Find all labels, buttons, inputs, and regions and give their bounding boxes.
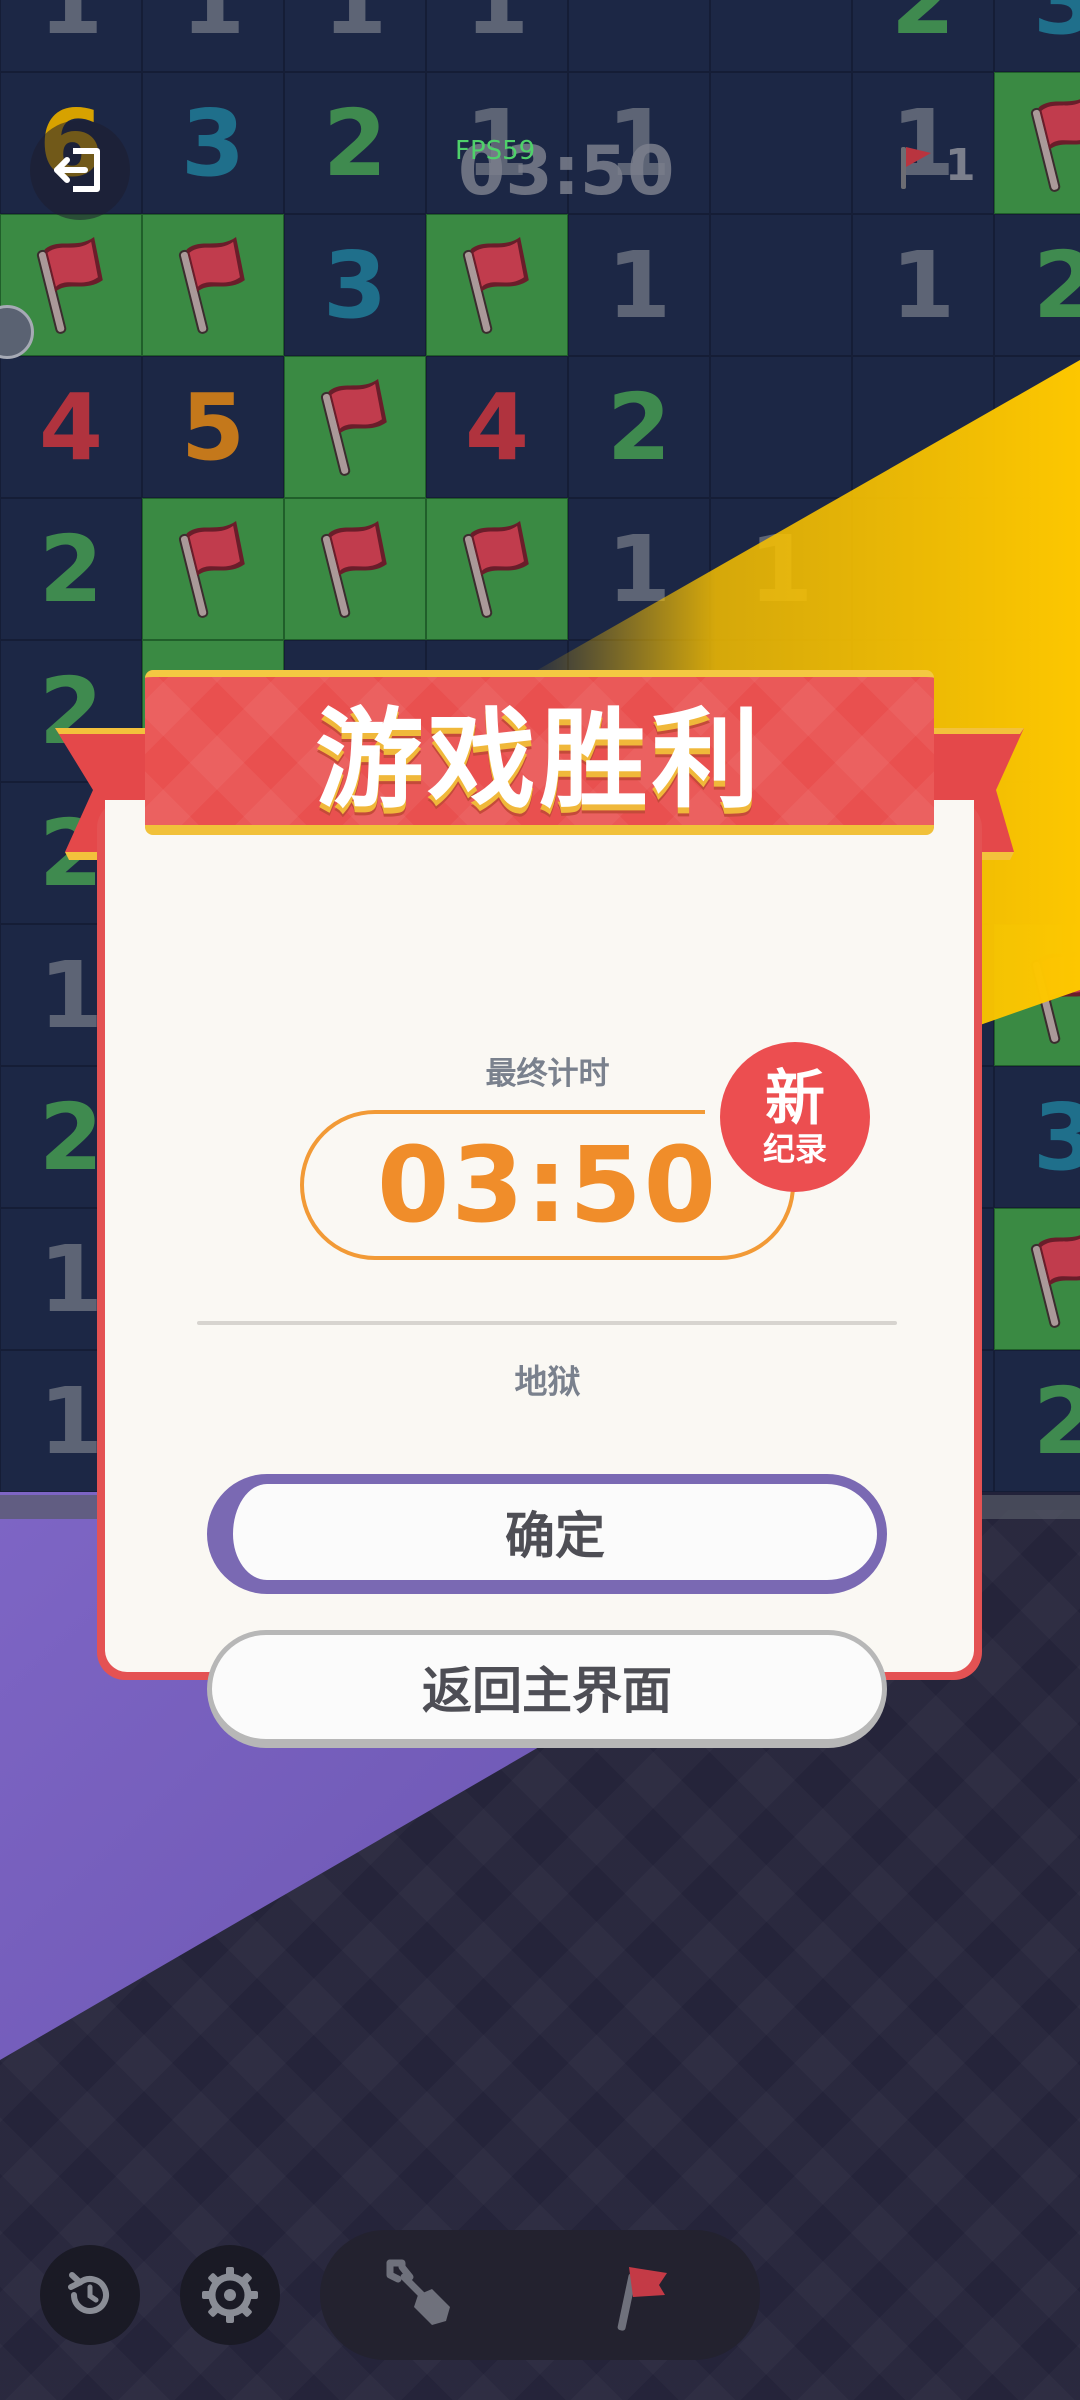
back-to-main-button[interactable]: 返回主界面 [207, 1630, 887, 1748]
board-cell[interactable] [994, 356, 1080, 498]
confirm-button[interactable]: 确定 [207, 1474, 887, 1594]
top-hud: 03:50 FPS59 1 [0, 100, 1080, 230]
board-cell[interactable]: 3 [994, 0, 1080, 72]
new-record-small-text: 纪录 [762, 1130, 827, 1168]
board-cell[interactable] [994, 498, 1080, 640]
board-cell[interactable]: 3 [284, 214, 426, 356]
gear-icon [202, 2267, 258, 2323]
flag-icon [1030, 1230, 1080, 1328]
flags-left-value: 1 [945, 140, 976, 191]
flag-mode-icon [617, 2267, 667, 2331]
new-record-badge: 新 纪录 [720, 1042, 870, 1192]
board-cell[interactable]: 2 [568, 356, 710, 498]
dialog-body: 最终计时 03:50 新 纪录 地狱 确定 返回主界面 [105, 800, 974, 1748]
board-cell-flagged[interactable] [142, 498, 284, 640]
flag-icon [36, 236, 103, 334]
settings-button[interactable] [180, 2245, 280, 2345]
board-cell[interactable] [710, 0, 852, 72]
victory-title: 游戏胜利 [315, 698, 764, 823]
board-cell[interactable]: 1 [568, 214, 710, 356]
flag-icon [462, 520, 529, 618]
final-time-value: 03:50 [376, 1124, 719, 1246]
fps-counter: FPS59 [455, 136, 536, 166]
board-cell-flagged[interactable] [994, 1208, 1080, 1350]
board-cell[interactable]: 1 [568, 498, 710, 640]
flag-icon [901, 146, 931, 189]
flag-icon [320, 520, 387, 618]
board-cell[interactable]: 4 [426, 356, 568, 498]
board-cell[interactable]: 1 [142, 0, 284, 72]
board-cell[interactable]: 4 [0, 356, 142, 498]
board-cell[interactable]: 1 [710, 498, 852, 640]
new-record-big-text: 新 [765, 1064, 825, 1134]
difficulty-label: 地狱 [514, 1362, 581, 1401]
flag-counter: 1 [895, 140, 976, 191]
mode-switch-panel [320, 2230, 760, 2360]
board-cell[interactable]: 5 [142, 356, 284, 498]
board-cell[interactable] [568, 0, 710, 72]
board-cell[interactable] [852, 498, 994, 640]
board-cell[interactable] [852, 356, 994, 498]
board-cell-flagged[interactable] [994, 924, 1080, 1066]
divider [197, 1321, 897, 1325]
board-cell[interactable]: 2 [994, 1350, 1080, 1492]
board-cell[interactable]: 1 [0, 0, 142, 72]
board-cell[interactable]: 2 [852, 0, 994, 72]
restart-icon [68, 2272, 109, 2314]
board-cell-flagged[interactable] [426, 498, 568, 640]
exit-button[interactable] [30, 120, 130, 220]
title-ribbon: 游戏胜利 [145, 670, 934, 835]
board-cell-flagged[interactable] [284, 356, 426, 498]
board-cell[interactable]: 1 [284, 0, 426, 72]
board-cell-flagged[interactable] [426, 214, 568, 356]
board-cell[interactable]: 3 [994, 1066, 1080, 1208]
board-cell[interactable]: 2 [0, 498, 142, 640]
flag-icon [178, 236, 245, 334]
flag-mode-button[interactable] [590, 2245, 690, 2345]
board-cell-flagged[interactable] [142, 214, 284, 356]
exit-icon [54, 148, 100, 192]
flag-icon [462, 236, 529, 334]
board-cell[interactable]: 2 [994, 214, 1080, 356]
board-cell[interactable] [710, 356, 852, 498]
flag-icon [320, 378, 387, 476]
board-cell[interactable]: 1 [426, 0, 568, 72]
dialog-card: 最终计时 03:50 新 纪录 地狱 确定 返回主界面 [97, 800, 982, 1748]
flag-icon [178, 520, 245, 618]
flag-icon [1030, 946, 1080, 1044]
shovel-icon [386, 2259, 450, 2325]
shovel-mode-button[interactable] [370, 2245, 470, 2345]
board-cell[interactable]: 1 [852, 214, 994, 356]
restart-button[interactable] [40, 2245, 140, 2345]
bottom-toolbar [0, 2230, 1080, 2360]
board-cell-flagged[interactable] [284, 498, 426, 640]
board-cell[interactable] [710, 214, 852, 356]
victory-dialog: 最终计时 03:50 新 纪录 地狱 确定 返回主界面 游戏胜利 [55, 670, 1024, 1748]
